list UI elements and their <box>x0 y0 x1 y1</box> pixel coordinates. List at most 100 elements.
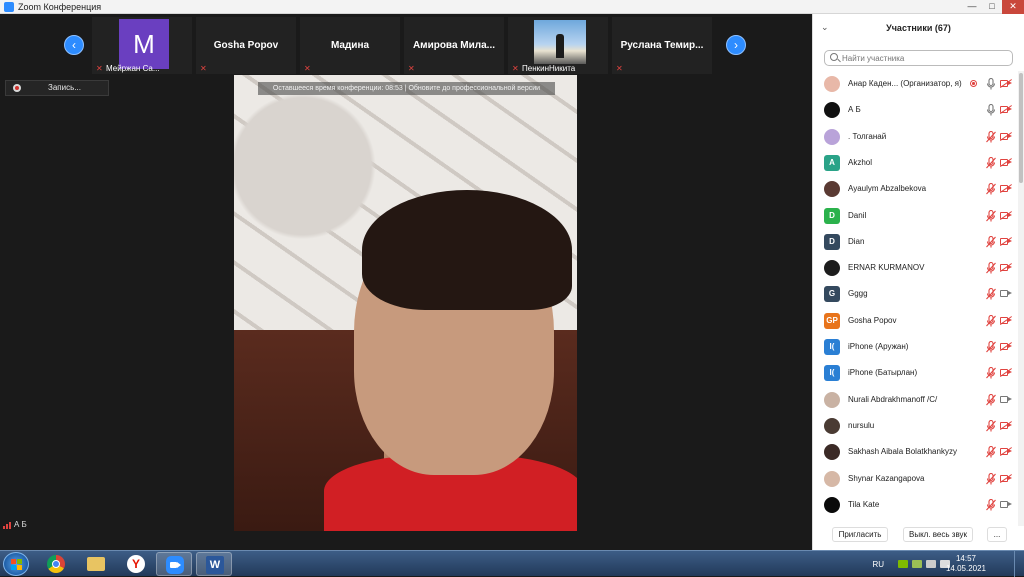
taskbar-zoom[interactable] <box>156 552 192 576</box>
participant-row[interactable]: . Толганай <box>813 124 1018 150</box>
mic-muted-icon[interactable] <box>986 288 996 300</box>
video-off-icon[interactable] <box>1000 263 1012 272</box>
participant-name: Gggg <box>848 289 868 299</box>
video-off-icon[interactable] <box>1000 237 1012 246</box>
avatar <box>824 391 840 408</box>
mic-muted-icon[interactable] <box>986 209 996 222</box>
more-button[interactable]: ... <box>987 527 1007 542</box>
mic-icon[interactable] <box>986 104 996 116</box>
video-off-icon[interactable] <box>1000 184 1012 193</box>
mic-muted-icon[interactable] <box>986 130 996 143</box>
participant-name: Shynar Kazangapova <box>848 473 925 483</box>
clock-time: 14:57 <box>955 554 977 563</box>
video-icon[interactable] <box>1000 395 1012 404</box>
participant-row[interactable]: ERNAR KURMANOV <box>813 255 1018 281</box>
mic-muted-icon[interactable] <box>986 156 996 169</box>
tile-name: Gosha Popov <box>213 40 279 51</box>
participant-row[interactable]: D Dian <box>813 229 1018 255</box>
time-remaining-banner[interactable]: Оставшееся время конференции: 08:53 | Об… <box>258 82 555 95</box>
video-off-icon[interactable] <box>1000 132 1012 141</box>
video-icon[interactable] <box>1000 500 1012 509</box>
mic-muted-icon[interactable] <box>986 235 996 248</box>
participant-tile[interactable]: ✕ ПенкинНикита <box>508 17 610 74</box>
mic-muted-icon[interactable] <box>986 498 996 511</box>
search-input[interactable] <box>842 53 1007 64</box>
video-off-icon[interactable] <box>1000 316 1012 325</box>
maximize-button[interactable]: □ <box>982 0 1002 14</box>
start-button[interactable] <box>3 552 29 576</box>
video-off-icon[interactable] <box>1000 447 1012 456</box>
tray-app-icon[interactable] <box>912 560 922 568</box>
active-speaker-video[interactable] <box>234 75 577 531</box>
participant-row[interactable]: Ayaulym Abzalbekova <box>813 176 1018 202</box>
participant-row[interactable]: nursulu <box>813 413 1018 439</box>
network-icon[interactable] <box>926 560 936 568</box>
minimize-button[interactable]: — <box>962 0 982 14</box>
avatar <box>824 128 840 145</box>
video-off-icon[interactable] <box>1000 79 1012 88</box>
scrollbar-thumb[interactable] <box>1019 73 1023 183</box>
avatar <box>824 76 840 92</box>
mute-all-button[interactable]: Выкл. весь звук <box>903 527 973 542</box>
invite-button[interactable]: Пригласить <box>832 527 888 542</box>
participant-row[interactable]: Tila Kate <box>813 492 1018 518</box>
mic-muted-icon[interactable] <box>986 367 996 379</box>
participant-tile[interactable]: M ✕ Мейржан Са... <box>92 17 194 74</box>
participant-row[interactable]: Sakhash Aibala Bolatkhankyzy <box>813 439 1018 465</box>
mic-muted-icon[interactable] <box>986 314 996 327</box>
participant-row[interactable]: Shynar Kazangapova <box>813 466 1018 492</box>
taskbar-yandex[interactable]: Y <box>118 552 154 576</box>
participant-row[interactable]: D Danil <box>813 203 1018 229</box>
participant-tile[interactable]: Амирова Мила... ✕ <box>404 17 506 74</box>
taskbar-explorer[interactable] <box>78 552 114 576</box>
recording-indicator[interactable]: Запись... <box>5 80 109 96</box>
video-off-icon[interactable] <box>1000 474 1012 483</box>
scrollbar[interactable] <box>1018 71 1024 526</box>
video-off-icon[interactable] <box>1000 342 1012 351</box>
close-button[interactable]: ✕ <box>1002 0 1024 14</box>
video-off-icon[interactable] <box>1000 421 1012 430</box>
video-off-icon[interactable] <box>1000 211 1012 220</box>
taskbar-chrome[interactable] <box>38 552 74 576</box>
mic-muted-icon[interactable] <box>986 446 996 458</box>
mic-icon[interactable] <box>986 77 996 90</box>
taskbar-word[interactable]: W <box>196 552 232 576</box>
video-off-icon[interactable] <box>1000 158 1012 167</box>
video-icon[interactable] <box>1000 289 1012 298</box>
clock-date: 14.05.2021 <box>945 564 987 573</box>
participant-search[interactable] <box>824 50 1013 66</box>
mic-muted-icon[interactable] <box>986 419 996 432</box>
participant-row[interactable]: I(iPhone (Аружан) <box>813 334 1018 360</box>
participant-row[interactable]: A Akzhol <box>813 150 1018 176</box>
window-controls: — □ ✕ <box>962 0 1024 14</box>
video-off-icon[interactable] <box>1000 105 1012 114</box>
participant-row[interactable]: Анар Каден... (Организатор, я) <box>813 71 1018 97</box>
participant-row[interactable]: G Gggg <box>813 281 1018 307</box>
mic-muted-icon[interactable] <box>986 262 996 274</box>
mic-muted-icon[interactable] <box>986 472 996 485</box>
participants-panel: ⌄ Участники (67) Анар Каден... (Организа… <box>812 14 1024 550</box>
video-off-icon[interactable] <box>1000 368 1012 377</box>
participant-tile[interactable]: Мадина ✕ <box>300 17 402 74</box>
participant-name: ERNAR KURMANOV <box>848 263 925 273</box>
participant-tile[interactable]: Руслана Темир... ✕ <box>612 17 714 74</box>
participant-row[interactable]: А Б <box>813 97 1018 123</box>
participant-tile[interactable]: Gosha Popov ✕ <box>196 17 298 74</box>
clock[interactable]: 14:57 14.05.2021 <box>938 554 994 574</box>
participant-row[interactable]: I(iPhone (Батырлан) <box>813 360 1018 386</box>
participant-row[interactable]: GP Gosha Popov <box>813 308 1018 334</box>
participant-name: Akzhol <box>848 157 873 167</box>
gallery-prev-button[interactable]: ‹ <box>64 35 84 55</box>
participant-row[interactable]: Nurali Abdrakhmanoff /C/ <box>813 387 1018 413</box>
participants-title: Участники (67) <box>886 23 951 33</box>
tray-app-icon[interactable] <box>898 560 908 568</box>
participant-name: Gosha Popov <box>848 315 897 325</box>
language-indicator[interactable]: RU <box>872 560 884 569</box>
recording-icon <box>970 80 977 87</box>
mic-muted-icon[interactable] <box>986 340 996 353</box>
mic-muted-icon[interactable] <box>986 183 996 195</box>
gallery-next-button[interactable]: › <box>726 35 746 55</box>
mic-muted-icon[interactable] <box>986 393 996 406</box>
folder-icon <box>87 557 105 571</box>
show-desktop-button[interactable] <box>1014 551 1024 577</box>
